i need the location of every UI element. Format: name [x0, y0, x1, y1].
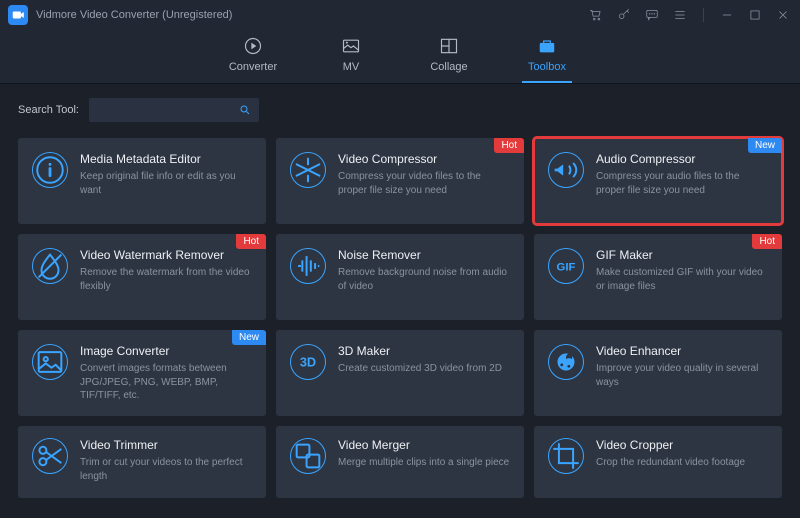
- audio-compressor-icon: [548, 152, 584, 188]
- search-icon: [239, 103, 251, 117]
- new-badge: New: [232, 330, 266, 345]
- tool-card-gif-maker[interactable]: Hot GIF GIF Maker Make customized GIF with …: [534, 234, 782, 320]
- tab-label: MV: [343, 61, 360, 73]
- tool-title: GIF Maker: [596, 248, 770, 262]
- tool-card-video-merger[interactable]: Video Merger Merge multiple clips into a …: [276, 426, 524, 498]
- tab-converter[interactable]: Converter: [228, 36, 278, 83]
- hot-badge: Hot: [236, 234, 266, 249]
- tool-title: Video Trimmer: [80, 438, 254, 452]
- 3d-maker-icon: 3D: [290, 344, 326, 380]
- tool-desc: Improve your video quality in several wa…: [596, 362, 770, 389]
- tool-card-image-converter[interactable]: NewImage Converter Convert images formats…: [18, 330, 266, 416]
- minimize-button[interactable]: [720, 8, 734, 22]
- app-logo: [8, 5, 28, 25]
- video-watermark-remover-icon: [32, 248, 68, 284]
- tool-card-3d-maker[interactable]: 3D 3D Maker Create customized 3D video fro…: [276, 330, 524, 416]
- tool-card-video-cropper[interactable]: Video Cropper Crop the redundant video fo…: [534, 426, 782, 498]
- search-label: Search Tool:: [18, 104, 79, 116]
- main-tabbar: Converter MV Collage Toolbox: [0, 30, 800, 84]
- tool-title: Video Enhancer: [596, 344, 770, 358]
- tool-desc: Convert images formats between JPG/JPEG,…: [80, 362, 254, 402]
- tool-desc: Compress your video files to the proper …: [338, 170, 512, 197]
- tool-card-media-metadata-editor[interactable]: Media Metadata Editor Keep original file …: [18, 138, 266, 224]
- maximize-button[interactable]: [748, 8, 762, 22]
- tool-desc: Keep original file info or edit as you w…: [80, 170, 254, 197]
- hot-badge: Hot: [752, 234, 782, 249]
- video-trimmer-icon: [32, 438, 68, 474]
- svg-text:GIF: GIF: [557, 261, 576, 273]
- tool-title: Noise Remover: [338, 248, 512, 262]
- tool-desc: Merge multiple clips into a single piece: [338, 456, 509, 470]
- app-title: Vidmore Video Converter (Unregistered): [36, 9, 232, 21]
- new-badge: New: [748, 138, 782, 153]
- tool-card-video-enhancer[interactable]: Video Enhancer Improve your video quality…: [534, 330, 782, 416]
- tool-title: Audio Compressor: [596, 152, 770, 166]
- titlebar: Vidmore Video Converter (Unregistered): [0, 0, 800, 30]
- tool-desc: Remove background noise from audio of vi…: [338, 266, 512, 293]
- image-converter-icon: [32, 344, 68, 380]
- cart-icon[interactable]: [589, 8, 603, 22]
- tool-title: Media Metadata Editor: [80, 152, 254, 166]
- search-input[interactable]: [97, 104, 239, 116]
- svg-text:3D: 3D: [300, 354, 316, 369]
- tool-desc: Create customized 3D video from 2D: [338, 362, 502, 376]
- tool-title: Image Converter: [80, 344, 254, 358]
- tool-desc: Remove the watermark from the video flex…: [80, 266, 254, 293]
- mv-icon: [341, 36, 361, 56]
- search-box[interactable]: [89, 98, 259, 122]
- tool-card-video-trimmer[interactable]: Video Trimmer Trim or cut your videos to …: [18, 426, 266, 498]
- menu-icon[interactable]: [673, 8, 687, 22]
- tool-title: Video Compressor: [338, 152, 512, 166]
- video-cropper-icon: [548, 438, 584, 474]
- tool-title: 3D Maker: [338, 344, 502, 358]
- converter-icon: [243, 36, 263, 56]
- window-controls: [589, 8, 790, 22]
- tool-title: Video Merger: [338, 438, 509, 452]
- close-button[interactable]: [776, 8, 790, 22]
- tab-mv[interactable]: MV: [326, 36, 376, 83]
- tab-label: Toolbox: [528, 61, 566, 73]
- collage-icon: [439, 36, 459, 56]
- toolbox-icon: [537, 36, 557, 56]
- tool-card-video-compressor[interactable]: HotVideo Compressor Compress your video f…: [276, 138, 524, 224]
- tool-card-audio-compressor[interactable]: NewAudio Compressor Compress your audio f…: [534, 138, 782, 224]
- tool-card-noise-remover[interactable]: Noise Remover Remove background noise fro…: [276, 234, 524, 320]
- tool-desc: Trim or cut your videos to the perfect l…: [80, 456, 254, 483]
- tools-grid: Media Metadata Editor Keep original file …: [0, 132, 800, 516]
- video-compressor-icon: [290, 152, 326, 188]
- gif-maker-icon: GIF: [548, 248, 584, 284]
- tool-desc: Compress your audio files to the proper …: [596, 170, 770, 197]
- tool-title: Video Watermark Remover: [80, 248, 254, 262]
- key-icon[interactable]: [617, 8, 631, 22]
- media-metadata-editor-icon: [32, 152, 68, 188]
- tab-collage[interactable]: Collage: [424, 36, 474, 83]
- tab-label: Collage: [430, 61, 467, 73]
- search-row: Search Tool:: [0, 84, 800, 132]
- hot-badge: Hot: [494, 138, 524, 153]
- tab-label: Converter: [229, 61, 277, 73]
- tool-title: Video Cropper: [596, 438, 745, 452]
- video-enhancer-icon: [548, 344, 584, 380]
- tool-card-video-watermark-remover[interactable]: HotVideo Watermark Remover Remove the wat…: [18, 234, 266, 320]
- divider: [703, 8, 704, 22]
- tool-desc: Make customized GIF with your video or i…: [596, 266, 770, 293]
- video-merger-icon: [290, 438, 326, 474]
- feedback-icon[interactable]: [645, 8, 659, 22]
- tool-desc: Crop the redundant video footage: [596, 456, 745, 470]
- noise-remover-icon: [290, 248, 326, 284]
- tab-toolbox[interactable]: Toolbox: [522, 36, 572, 83]
